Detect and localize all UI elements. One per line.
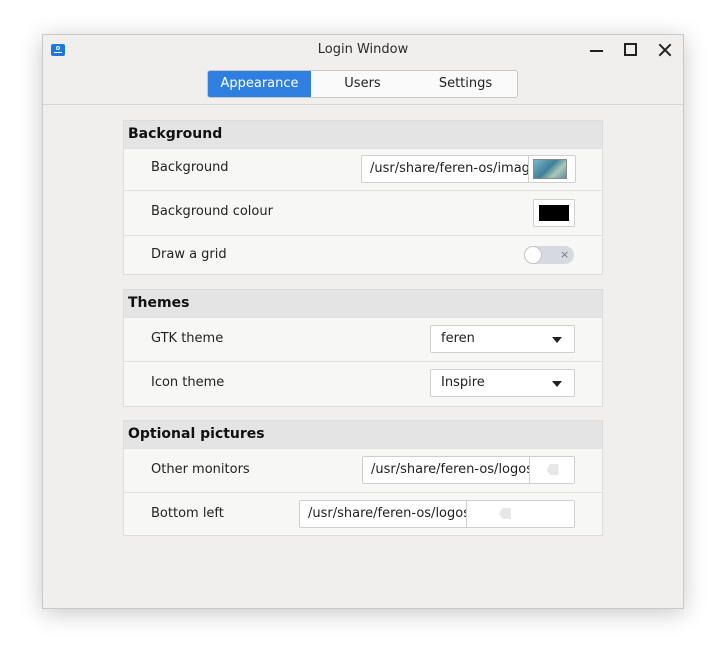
gtk-theme-dropdown[interactable]: feren xyxy=(430,325,575,353)
background-colour-label: Background colour xyxy=(151,204,273,219)
background-path-text: /usr/share/feren-os/imag xyxy=(370,161,530,176)
tab-bar: Appearance Users Settings xyxy=(207,70,518,98)
background-path-field[interactable]: /usr/share/feren-os/imag xyxy=(361,155,576,183)
background-image-button[interactable] xyxy=(528,156,575,182)
background-thumbnail xyxy=(533,159,567,179)
bottom-left-row: Bottom left /usr/share/feren-os/logos xyxy=(124,492,602,535)
clear-icon xyxy=(545,464,561,475)
clear-icon xyxy=(497,508,513,519)
tab-appearance[interactable]: Appearance xyxy=(208,71,311,97)
gtk-theme-row: GTK theme feren xyxy=(124,317,602,361)
draw-grid-toggle[interactable]: × xyxy=(524,246,574,264)
background-heading: Background xyxy=(124,121,602,148)
bottom-left-clear-button[interactable] xyxy=(466,501,574,527)
chevron-down-icon xyxy=(552,381,562,387)
other-monitors-path-text: /usr/share/feren-os/logos xyxy=(371,462,533,477)
other-monitors-row: Other monitors /usr/share/feren-os/logos xyxy=(124,448,602,492)
icon-theme-label: Icon theme xyxy=(151,375,225,390)
themes-section: Themes GTK theme feren Icon theme Inspir… xyxy=(123,289,603,407)
background-label: Background xyxy=(151,160,229,175)
tab-settings[interactable]: Settings xyxy=(414,71,517,97)
gtk-theme-value: feren xyxy=(441,331,475,346)
draw-grid-label: Draw a grid xyxy=(151,247,227,262)
draw-grid-row: Draw a grid × xyxy=(124,235,602,274)
background-row: Background /usr/share/feren-os/imag xyxy=(124,148,602,190)
optional-pictures-section: Optional pictures Other monitors /usr/sh… xyxy=(123,420,603,536)
background-colour-row: Background colour xyxy=(124,190,602,235)
other-monitors-clear-button[interactable] xyxy=(529,457,574,483)
optional-pictures-heading: Optional pictures xyxy=(124,421,602,448)
minimize-icon[interactable] xyxy=(586,39,608,61)
background-colour-button[interactable] xyxy=(533,199,575,227)
tab-users[interactable]: Users xyxy=(311,71,414,97)
bottom-left-label: Bottom left xyxy=(151,506,224,521)
other-monitors-path-field[interactable]: /usr/share/feren-os/logos xyxy=(362,456,575,484)
close-icon[interactable] xyxy=(654,39,676,61)
themes-heading: Themes xyxy=(124,290,602,317)
other-monitors-label: Other monitors xyxy=(151,462,250,477)
icon-theme-value: Inspire xyxy=(441,375,485,390)
login-window: Login Window Appearance Users Settings B… xyxy=(42,34,684,609)
background-section: Background Background /usr/share/feren-o… xyxy=(123,120,603,275)
bottom-left-path-field[interactable]: /usr/share/feren-os/logos xyxy=(299,500,575,528)
maximize-icon[interactable] xyxy=(620,39,642,61)
gtk-theme-label: GTK theme xyxy=(151,331,224,346)
toggle-off-icon: × xyxy=(560,248,570,261)
icon-theme-row: Icon theme Inspire xyxy=(124,361,602,406)
bottom-left-path-text: /usr/share/feren-os/logos xyxy=(308,506,470,521)
title-bar: Login Window Appearance Users Settings xyxy=(43,35,683,105)
toggle-knob xyxy=(524,246,542,264)
colour-swatch xyxy=(539,205,569,221)
chevron-down-icon xyxy=(552,337,562,343)
icon-theme-dropdown[interactable]: Inspire xyxy=(430,369,575,397)
